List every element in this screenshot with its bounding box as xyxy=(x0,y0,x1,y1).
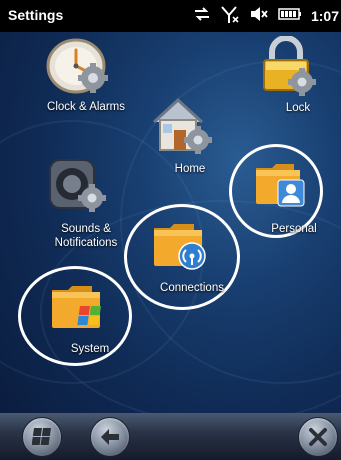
bottom-toolbar xyxy=(0,413,341,460)
windows-start-icon xyxy=(31,428,52,451)
battery-icon[interactable] xyxy=(278,7,302,26)
folder-wireless-icon xyxy=(152,218,210,275)
status-icons: 1:07 xyxy=(193,5,339,27)
close-x-icon xyxy=(308,427,328,452)
folder-windows-icon xyxy=(50,280,108,337)
speaker-gear-icon xyxy=(46,156,108,219)
volume-muted-icon[interactable] xyxy=(249,5,269,28)
tile-home[interactable]: Home xyxy=(150,94,212,176)
house-gear-icon xyxy=(150,94,212,161)
status-bar: Settings 1:07 xyxy=(0,0,341,32)
tile-clock-alarms-label: Clock & Alarms xyxy=(47,101,125,113)
tile-connections-label: Connections xyxy=(160,282,224,294)
padlock-gear-icon xyxy=(258,35,318,101)
folder-contact-icon xyxy=(254,158,306,213)
start-button[interactable] xyxy=(22,417,62,457)
back-button[interactable] xyxy=(90,417,130,457)
tile-lock[interactable]: Lock xyxy=(258,35,318,116)
tile-lock-label: Lock xyxy=(285,102,311,114)
settings-screen: Settings 1:07 Clock & Alarms Lock Home S… xyxy=(0,0,341,460)
no-signal-icon[interactable] xyxy=(220,4,240,29)
app-title: Settings xyxy=(8,7,64,23)
tile-connections[interactable]: Connections xyxy=(152,218,224,302)
clock-time: 1:07 xyxy=(310,8,339,24)
back-arrow-icon xyxy=(99,427,121,452)
tile-personal[interactable]: Personal xyxy=(254,158,317,235)
sync-icon[interactable] xyxy=(193,6,211,27)
tile-clock-alarms[interactable]: Clock & Alarms xyxy=(46,36,125,116)
tile-sounds-notifications[interactable]: Sounds & Notifications xyxy=(46,156,117,252)
close-button[interactable] xyxy=(298,417,338,457)
clock-gear-icon xyxy=(46,36,116,101)
tile-system-label: System xyxy=(70,343,110,355)
tile-system[interactable]: System xyxy=(50,280,109,360)
